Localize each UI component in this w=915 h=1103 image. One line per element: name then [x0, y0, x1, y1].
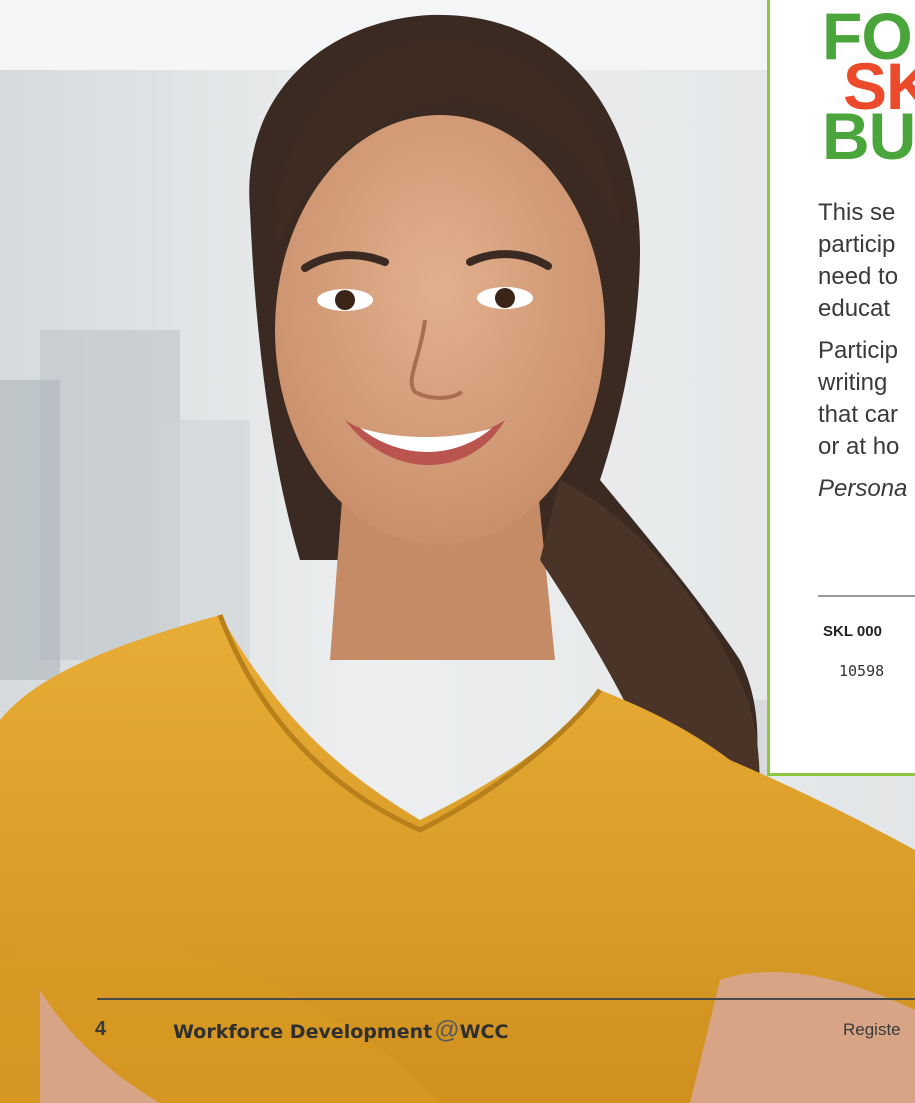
desc-line: that car	[818, 401, 899, 428]
description-paragraph-1: This se particip need to educat	[818, 197, 915, 325]
page-number: 4	[95, 1018, 107, 1040]
course-description: This se particip need to educat Particip…	[818, 197, 915, 515]
course-code: SKL 000	[823, 623, 882, 640]
desc-line: need to	[818, 263, 899, 290]
desc-line: This se	[818, 199, 896, 226]
course-number: 10598	[839, 662, 885, 680]
brand-wcc: WCC	[459, 1021, 509, 1043]
description-note: Persona	[818, 475, 908, 502]
desc-line: or at ho	[818, 433, 900, 460]
desc-line: writing	[818, 369, 888, 396]
desc-line: Particip	[818, 337, 899, 364]
brand-name: Workforce Development	[173, 1021, 433, 1043]
desc-line: educat	[818, 295, 891, 322]
headline: FO SK BU	[822, 0, 915, 174]
course-info-box: FO SK BU This se particip need to educat…	[767, 0, 915, 776]
footer-brand: Workforce Development@WCC	[173, 1016, 508, 1045]
headline-line-3: BU	[822, 99, 915, 174]
desc-line: particip	[818, 231, 896, 258]
brand-at-symbol: @	[434, 1016, 460, 1044]
section-divider	[818, 595, 915, 597]
description-paragraph-2: Particip writing that car or at ho	[818, 335, 915, 463]
footer-divider	[97, 998, 915, 1000]
footer-register-text: Registe	[843, 1020, 901, 1039]
